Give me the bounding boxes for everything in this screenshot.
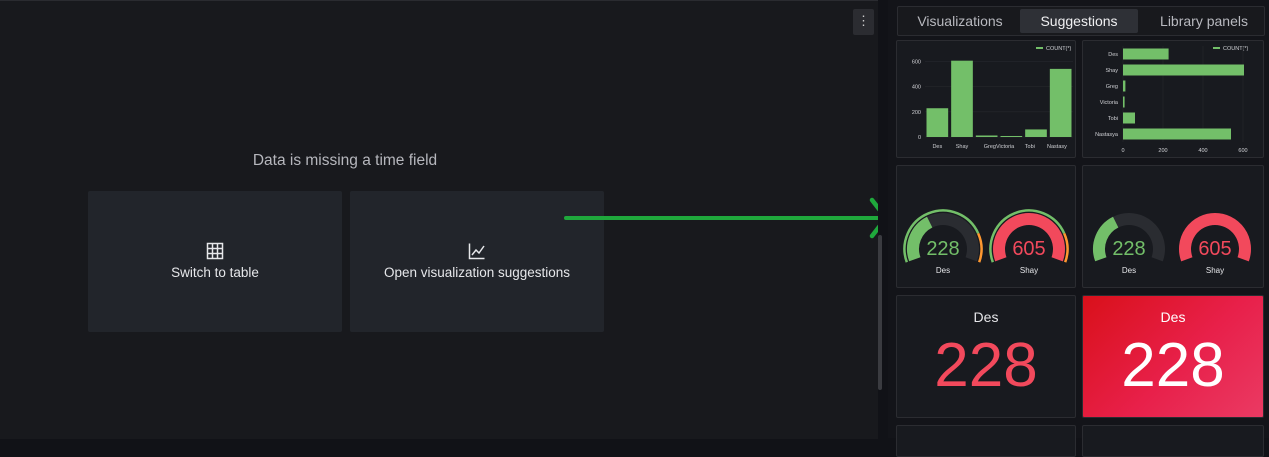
panel-menu-button[interactable]: ⋮ <box>853 9 874 35</box>
bar <box>1000 135 1023 137</box>
panel-editor-area: ⋮ Data is missing a time field Switch to… <box>0 0 878 439</box>
bar <box>1025 129 1047 137</box>
bar-chart: COUNT(*) 0 200 400 600 Des Shay GregVictoria To… <box>912 46 1073 150</box>
y-tick-label: 200 <box>912 110 921 116</box>
bar <box>975 135 998 137</box>
gauge-label: Shay <box>1020 266 1038 275</box>
open-visualization-suggestions-button[interactable]: Open visualization suggestions <box>350 191 604 332</box>
open-suggestions-label: Open visualization suggestions <box>383 265 571 280</box>
y-tick-label: 600 <box>912 59 921 65</box>
suggestion-gauge-thresholds[interactable]: 228 Des 605 Shay <box>896 165 1076 288</box>
x-tick-label: 0 <box>1121 148 1124 154</box>
gauge-value: 228 <box>1112 238 1145 260</box>
y-tick-label: 400 <box>912 85 921 91</box>
suggestions-panel: Visualizations Suggestions Library panel… <box>888 0 1269 457</box>
y-tick-label: Shay <box>1105 68 1118 74</box>
x-tick-label: Nastasy <box>1047 144 1067 150</box>
x-tick-label: Des <box>932 144 942 150</box>
table-icon <box>206 242 224 260</box>
x-tick-label: 200 <box>1158 148 1167 154</box>
suggestion-card-partial[interactable] <box>1082 425 1264 457</box>
stat-label: Des <box>1160 309 1186 325</box>
x-tick-label: GregVictoria <box>984 144 1015 150</box>
stat-value: 228 <box>934 331 1038 400</box>
x-tick-label: 400 <box>1198 148 1207 154</box>
tab-library-panels[interactable]: Library panels <box>1148 9 1260 33</box>
stat-value: 228 <box>1121 331 1225 400</box>
legend-label: COUNT(*) <box>1046 46 1072 52</box>
gauge-panel: 228 Des 605 Shay <box>1093 213 1251 275</box>
tab-bar: Visualizations Suggestions Library panel… <box>897 6 1265 36</box>
bar <box>1123 80 1126 92</box>
gauge-value: 605 <box>1012 238 1045 260</box>
bar <box>951 60 973 137</box>
bar <box>1123 128 1231 140</box>
x-tick-label: Shay <box>956 144 969 150</box>
y-tick-label: Nastasya <box>1095 132 1119 138</box>
y-tick-label: 0 <box>918 135 921 141</box>
vertical-scrollbar[interactable] <box>878 235 882 390</box>
y-tick-label: Greg <box>1106 84 1118 90</box>
legend-label: COUNT(*) <box>1223 46 1249 52</box>
suggestion-card-partial[interactable] <box>896 425 1076 457</box>
gauge-label: Shay <box>1206 266 1224 275</box>
suggestion-bar-chart[interactable]: COUNT(*) 0 200 400 600 Des Shay GregVictoria To… <box>896 40 1076 158</box>
line-chart-icon <box>468 243 485 260</box>
x-tick-label: 600 <box>1238 148 1247 154</box>
horizontal-bar-chart: COUNT(*) 0 200 400 600 Des Shay Greg Victoria To… <box>1095 46 1249 154</box>
bar <box>1123 48 1169 60</box>
gauge-label: Des <box>936 266 950 275</box>
suggestion-gauge[interactable]: 228 Des 605 Shay <box>1082 165 1264 288</box>
y-tick-label: Des <box>1108 52 1118 58</box>
y-tick-label: Victoria <box>1100 100 1119 106</box>
tab-suggestions[interactable]: Suggestions <box>1020 9 1138 33</box>
switch-to-table-button[interactable]: Switch to table <box>88 191 342 332</box>
x-tick-label: Tobi <box>1025 144 1035 150</box>
suggestion-stat[interactable]: Des 228 <box>896 295 1076 418</box>
suggestion-stat-colored-background[interactable]: Des 228 <box>1082 295 1264 418</box>
switch-to-table-label: Switch to table <box>171 265 259 280</box>
missing-time-field-message: Data is missing a time field <box>252 152 438 169</box>
bar <box>1123 112 1135 124</box>
more-vertical-icon: ⋮ <box>857 13 870 28</box>
suggestion-horizontal-bar-chart[interactable]: COUNT(*) 0 200 400 600 Des Shay Greg Victoria To… <box>1082 40 1264 158</box>
gauge-label: Des <box>1122 266 1136 275</box>
gauge-value: 228 <box>926 238 959 260</box>
gauge-value: 605 <box>1198 238 1231 260</box>
stat-label: Des <box>973 309 999 325</box>
bar <box>1123 64 1244 76</box>
tab-visualizations[interactable]: Visualizations <box>906 9 1014 33</box>
bar <box>926 108 949 137</box>
gauge-panel: 228 Des 605 Shay <box>903 209 1069 275</box>
bar <box>1049 68 1072 137</box>
bar <box>1123 96 1125 108</box>
y-tick-label: Tobi <box>1108 116 1118 122</box>
